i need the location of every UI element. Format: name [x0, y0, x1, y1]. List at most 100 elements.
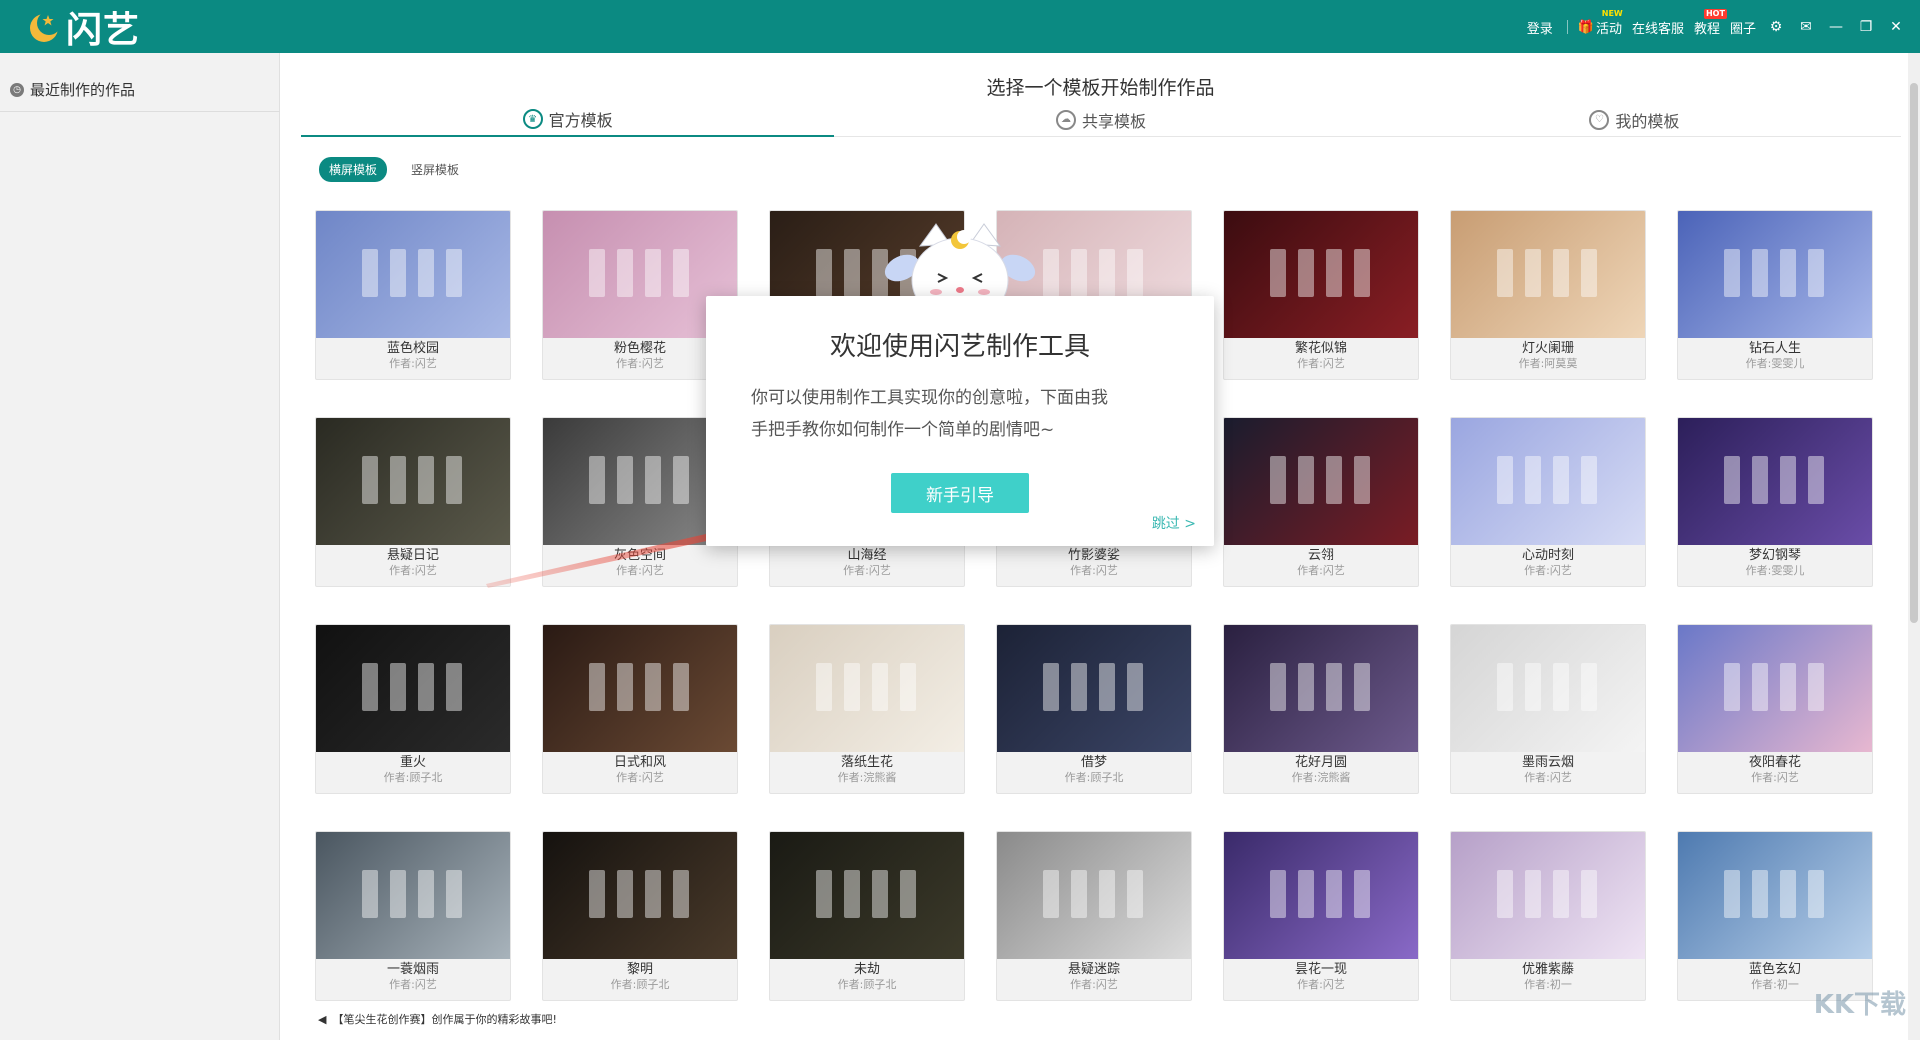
- logo-moon-icon: [26, 9, 62, 45]
- template-card[interactable]: 优雅紫藤 作者:初一: [1450, 831, 1646, 1001]
- template-author: 作者:闪艺: [1524, 564, 1572, 577]
- thumbnail-menu-slot: [844, 870, 860, 918]
- thumbnail-menu-slot: [390, 663, 406, 711]
- thumbnail-menu-slot: [844, 663, 860, 711]
- template-name: 昙花一现: [1294, 962, 1347, 977]
- template-thumbnail: [997, 625, 1191, 752]
- dialog-body-line2: 手把手教你如何制作一个简单的剧情吧~: [751, 420, 1055, 440]
- thumbnail-menu-slot: [1354, 870, 1370, 918]
- template-card[interactable]: 蓝色玄幻 作者:初一: [1677, 831, 1873, 1001]
- template-card[interactable]: 云翎 作者:闪艺: [1223, 417, 1419, 587]
- orientation-tabs: 横屏模板 竖屏模板: [319, 157, 469, 182]
- tab-shared[interactable]: ☁ 共享模板: [834, 103, 1368, 137]
- thumbnail-menu-slot: [418, 456, 434, 504]
- watermark: KK下载: [1813, 990, 1906, 1020]
- thumbnail-menu-slot: [1326, 663, 1342, 711]
- thumbnail-menu-slot: [617, 870, 633, 918]
- online-service-link[interactable]: 在线客服: [1632, 18, 1684, 37]
- thumbnail-menu-slot: [1525, 870, 1541, 918]
- logo-text: 闪艺: [66, 10, 141, 51]
- template-author: 作者:闪艺: [1297, 978, 1345, 991]
- template-card[interactable]: 蓝色校园 作者:闪艺: [315, 210, 511, 380]
- tab-mine[interactable]: ♡ 我的模板: [1367, 103, 1901, 137]
- thumbnail-menu-slot: [390, 249, 406, 297]
- template-card[interactable]: 花好月圆 作者:浣熊酱: [1223, 624, 1419, 794]
- template-card[interactable]: 心动时刻 作者:闪艺: [1450, 417, 1646, 587]
- template-card[interactable]: 借梦 作者:顾子北: [996, 624, 1192, 794]
- tab-portrait[interactable]: 竖屏模板: [401, 157, 469, 182]
- thumbnail-menu-slot: [1497, 456, 1513, 504]
- template-card[interactable]: 灯火阑珊 作者:阿莫莫: [1450, 210, 1646, 380]
- thumbnail-menu-slot: [362, 663, 378, 711]
- thumbnail-menu-slot: [1298, 870, 1314, 918]
- tutorial-link[interactable]: 教程 HOT: [1694, 8, 1727, 37]
- template-card[interactable]: 黎明 作者:顾子北: [542, 831, 738, 1001]
- thumbnail-menu-slot: [446, 249, 462, 297]
- thumbnail-menu-slot: [1752, 456, 1768, 504]
- template-card[interactable]: 昙花一现 作者:闪艺: [1223, 831, 1419, 1001]
- template-card[interactable]: 钻石人生 作者:雯雯儿: [1677, 210, 1873, 380]
- template-name: 云翎: [1307, 548, 1334, 563]
- thumbnail-menu-slot: [1326, 870, 1342, 918]
- template-card[interactable]: 日式和风 作者:闪艺: [542, 624, 738, 794]
- template-author: 作者:顾子北: [837, 978, 897, 991]
- template-name: 一蓑烟雨: [386, 962, 439, 977]
- thumbnail-menu-slot: [1724, 249, 1740, 297]
- thumbnail-menu-slot: [418, 663, 434, 711]
- skip-link[interactable]: 跳过 >: [1152, 513, 1196, 533]
- template-author: 作者:闪艺: [389, 357, 437, 370]
- restore-icon[interactable]: ❐: [1856, 17, 1876, 37]
- template-name: 心动时刻: [1521, 548, 1574, 563]
- sidebar-item-label: 最近制作的作品: [30, 81, 136, 99]
- template-card[interactable]: 繁花似锦 作者:闪艺: [1223, 210, 1419, 380]
- template-name: 梦幻钢琴: [1748, 548, 1801, 563]
- crown-icon: ♛: [522, 109, 543, 129]
- scrollbar[interactable]: [1908, 53, 1920, 1040]
- announcement-ticker[interactable]: ◀ 【笔尖生花创作赛】创作属于你的精彩故事吧!: [318, 1011, 557, 1027]
- tab-landscape[interactable]: 横屏模板: [319, 157, 388, 182]
- thumbnail-menu-slot: [900, 870, 916, 918]
- thumbnail-menu-slot: [1497, 663, 1513, 711]
- template-thumbnail: [1451, 832, 1645, 959]
- activity-link[interactable]: 🎁 活动 NEW: [1578, 9, 1623, 37]
- login-link[interactable]: 登录: [1527, 18, 1553, 37]
- thumbnail-menu-slot: [1099, 870, 1115, 918]
- thumbnail-menu-slot: [872, 870, 888, 918]
- thumbnail-menu-slot: [418, 249, 434, 297]
- thumbnail-menu-slot: [1071, 870, 1087, 918]
- template-thumbnail: [1224, 832, 1418, 959]
- template-card[interactable]: 夜阳春花 作者:闪艺: [1677, 624, 1873, 794]
- thumbnail-menu-slot: [589, 249, 605, 297]
- thumbnail-menu-slot: [1298, 663, 1314, 711]
- minimize-icon[interactable]: —: [1826, 17, 1846, 37]
- template-thumbnail: [1224, 211, 1418, 338]
- template-card[interactable]: 悬疑迷踪 作者:闪艺: [996, 831, 1192, 1001]
- page-title: 选择一个模板开始制作作品: [986, 77, 1215, 99]
- template-name: 灯火阑珊: [1521, 341, 1574, 356]
- app-logo[interactable]: 闪艺: [26, 6, 140, 51]
- sidebar-item-recent[interactable]: ◷ 最近制作的作品: [10, 79, 135, 100]
- thumbnail-menu-slot: [362, 456, 378, 504]
- thumbnail-menu-slot: [1354, 249, 1370, 297]
- template-card[interactable]: 墨雨云烟 作者:闪艺: [1450, 624, 1646, 794]
- clock-icon: ◷: [10, 82, 24, 97]
- mail-icon[interactable]: ✉: [1796, 17, 1816, 37]
- template-card[interactable]: 一蓑烟雨 作者:闪艺: [315, 831, 511, 1001]
- thumbnail-menu-slot: [589, 870, 605, 918]
- template-name: 悬疑迷踪: [1067, 962, 1120, 977]
- scrollbar-thumb[interactable]: [1910, 83, 1918, 623]
- close-icon[interactable]: ✕: [1886, 17, 1906, 37]
- beginner-guide-button[interactable]: 新手引导: [891, 473, 1029, 513]
- template-card[interactable]: 梦幻钢琴 作者:雯雯儿: [1677, 417, 1873, 587]
- template-card[interactable]: 未劫 作者:顾子北: [769, 831, 965, 1001]
- thumbnail-menu-slot: [1581, 663, 1597, 711]
- template-name: 蓝色校园: [386, 341, 439, 356]
- template-thumbnail: [1224, 418, 1418, 545]
- template-card[interactable]: 落纸生花 作者:浣熊酱: [769, 624, 965, 794]
- template-card[interactable]: 重火 作者:顾子北: [315, 624, 511, 794]
- thumbnail-menu-slot: [1780, 663, 1796, 711]
- settings-gear-icon[interactable]: ⚙: [1766, 17, 1786, 37]
- thumbnail-menu-slot: [1752, 663, 1768, 711]
- tab-official[interactable]: ♛ 官方模板: [301, 103, 835, 137]
- circle-link[interactable]: 圈子: [1730, 18, 1756, 37]
